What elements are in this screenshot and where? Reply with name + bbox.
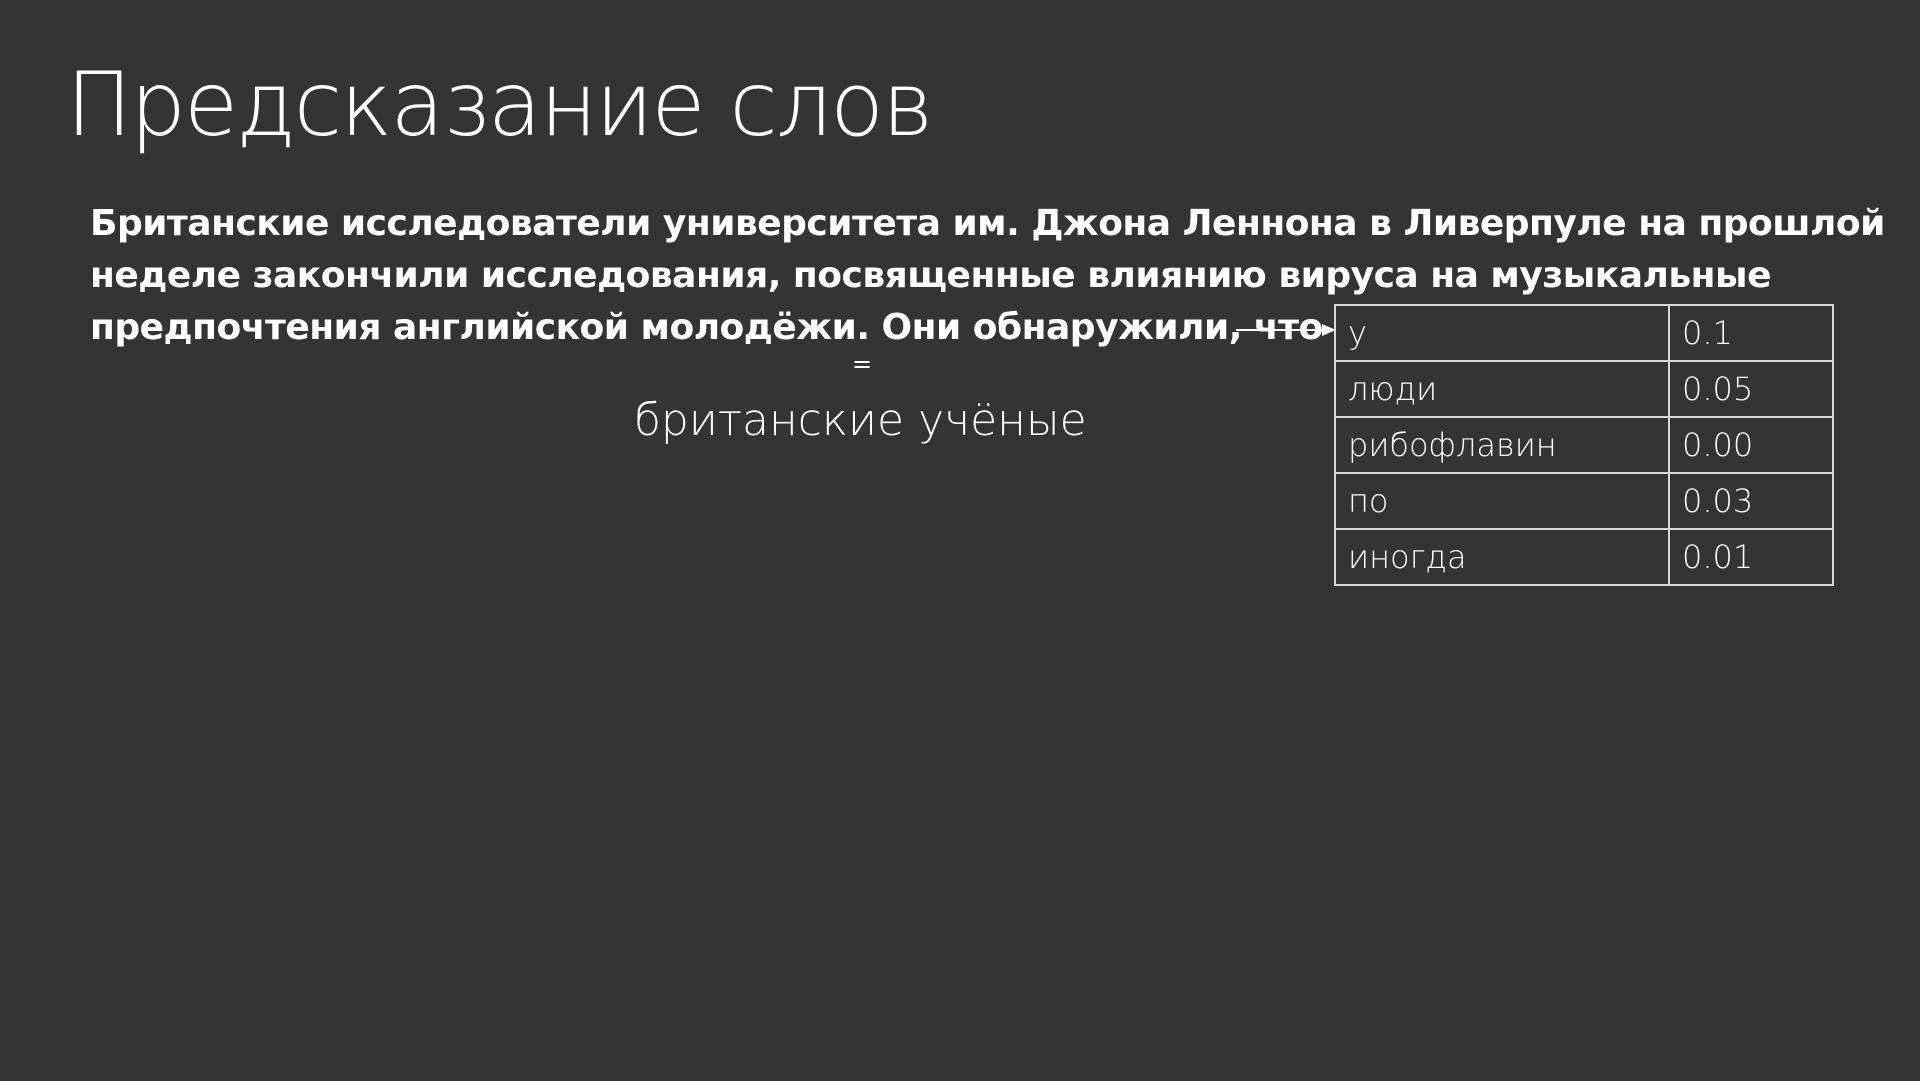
probability-cell: 0.01: [1668, 528, 1834, 586]
arrow-right-icon: [1236, 324, 1336, 336]
table-row: рибофлавин 0.00: [1334, 416, 1834, 474]
slide-title: Предсказание слов: [66, 53, 933, 156]
probability-cell: 0.05: [1668, 360, 1834, 418]
paragraph-line: неделе закончили исследования, посвященн…: [90, 255, 1771, 296]
table-row: люди 0.05: [1334, 360, 1834, 418]
word-cell: люди: [1334, 360, 1670, 418]
word-cell: рибофлавин: [1334, 416, 1670, 474]
word-probability-table: у 0.1 люди 0.05 рибофлавин 0.00 по 0.03 …: [1334, 304, 1834, 586]
table-row: у 0.1: [1334, 304, 1834, 362]
slide: Предсказание слов Британские исследовате…: [0, 0, 1920, 1081]
probability-cell: 0.00: [1668, 416, 1834, 474]
probability-cell: 0.1: [1668, 304, 1834, 362]
table-row: по 0.03: [1334, 472, 1834, 530]
equals-sign: =: [852, 350, 873, 378]
word-cell: у: [1334, 304, 1670, 362]
equivalent-phrase: британские учёные: [634, 395, 1087, 446]
table-row: иногда 0.01: [1334, 528, 1834, 586]
probability-cell: 0.03: [1668, 472, 1834, 530]
paragraph-line: Британские исследователи университета им…: [90, 203, 1885, 244]
word-cell: по: [1334, 472, 1670, 530]
word-cell: иногда: [1334, 528, 1670, 586]
